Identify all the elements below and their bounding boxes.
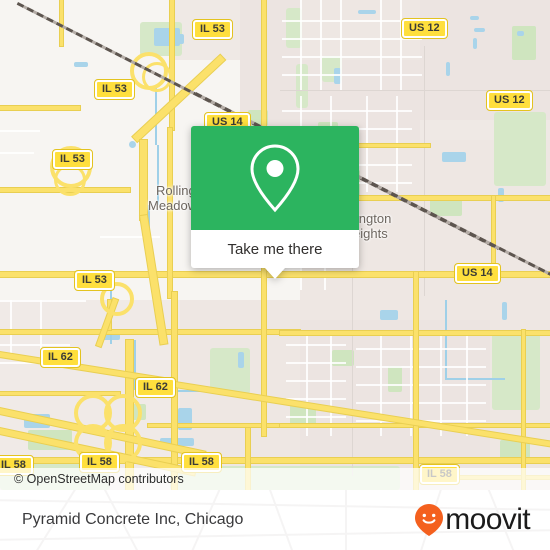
water-body: [517, 31, 524, 36]
take-me-there-label: Take me there: [227, 240, 323, 258]
map-canvas[interactable]: IL 53 IL 53 IL 53 IL 53 US 14 US 12 US 1…: [0, 0, 550, 490]
map-screenshot: IL 53 IL 53 IL 53 IL 53 US 14 US 12 US 1…: [0, 0, 550, 550]
road-shield[interactable]: IL 53: [192, 19, 233, 40]
minor-street: [400, 0, 402, 90]
minor-street: [340, 0, 342, 90]
park-area: [494, 112, 546, 186]
popup-footer[interactable]: Take me there: [191, 230, 359, 279]
road-shield[interactable]: IL 53: [94, 79, 135, 100]
minor-street: [466, 336, 468, 436]
minor-street: [320, 0, 322, 90]
road-shield[interactable]: IL 62: [135, 377, 176, 398]
arterial-road: [522, 330, 525, 490]
water-body: [380, 310, 398, 320]
water-body: [498, 188, 504, 202]
minor-street: [282, 110, 412, 112]
minor-street: [0, 130, 40, 132]
minor-street: [380, 0, 382, 90]
arterial-road: [0, 392, 120, 395]
arterial-road: [414, 272, 418, 490]
road-shield[interactable]: US 12: [486, 90, 533, 111]
road-shield[interactable]: US 12: [401, 18, 448, 39]
minor-street: [286, 380, 346, 382]
minor-street: [100, 236, 160, 238]
road-shield[interactable]: IL 53: [74, 270, 115, 291]
minor-street: [286, 416, 346, 418]
water-body: [446, 62, 450, 76]
popup-body[interactable]: [191, 126, 359, 230]
moovit-pin-smiley-icon: [415, 504, 444, 536]
road-shield[interactable]: US 14: [454, 263, 501, 284]
minor-street: [0, 152, 34, 154]
footer-bar: Pyramid Concrete Inc, Chicago moovit: [0, 490, 550, 550]
boundary-line: [424, 46, 425, 296]
water-body: [358, 10, 376, 14]
park-area: [296, 64, 308, 108]
attribution-text: © OpenStreetMap contributors: [14, 472, 184, 486]
water-body: [176, 34, 184, 44]
minor-street: [286, 344, 346, 346]
water-body: [473, 38, 477, 49]
road-shield[interactable]: IL 53: [52, 149, 93, 170]
road-shield[interactable]: IL 62: [40, 347, 81, 368]
park-area: [492, 332, 540, 410]
water-body: [470, 16, 479, 20]
minor-street: [380, 336, 382, 436]
expressway-il53: [140, 140, 147, 220]
minor-street: [286, 362, 346, 364]
map-pin-icon: [250, 144, 300, 213]
minor-street: [300, 0, 302, 90]
take-me-there-popup[interactable]: Take me there: [191, 126, 359, 279]
map-attribution[interactable]: © OpenStreetMap contributors: [0, 468, 550, 490]
moovit-wordmark: moovit: [445, 503, 530, 536]
page-title: Pyramid Concrete Inc, Chicago: [22, 511, 244, 528]
minor-street: [0, 300, 86, 302]
water-body: [442, 152, 466, 162]
park-area: [512, 26, 536, 60]
moovit-logo[interactable]: moovit: [414, 503, 531, 537]
arterial-road: [0, 106, 80, 110]
stream: [445, 378, 505, 380]
minor-street: [440, 336, 442, 436]
arterial-road: [0, 330, 300, 334]
water-body: [129, 141, 136, 148]
minor-street: [306, 336, 308, 436]
park-area: [332, 350, 354, 366]
water-body: [74, 62, 88, 67]
arterial-road: [168, 128, 172, 298]
minor-street: [286, 398, 346, 400]
park-area: [210, 348, 250, 394]
minor-street: [330, 336, 332, 436]
park-area: [388, 366, 402, 392]
water-body: [238, 352, 244, 368]
water-body: [502, 302, 507, 320]
popup-pointer: [265, 268, 285, 279]
water-body: [474, 28, 485, 32]
stream: [445, 300, 447, 380]
